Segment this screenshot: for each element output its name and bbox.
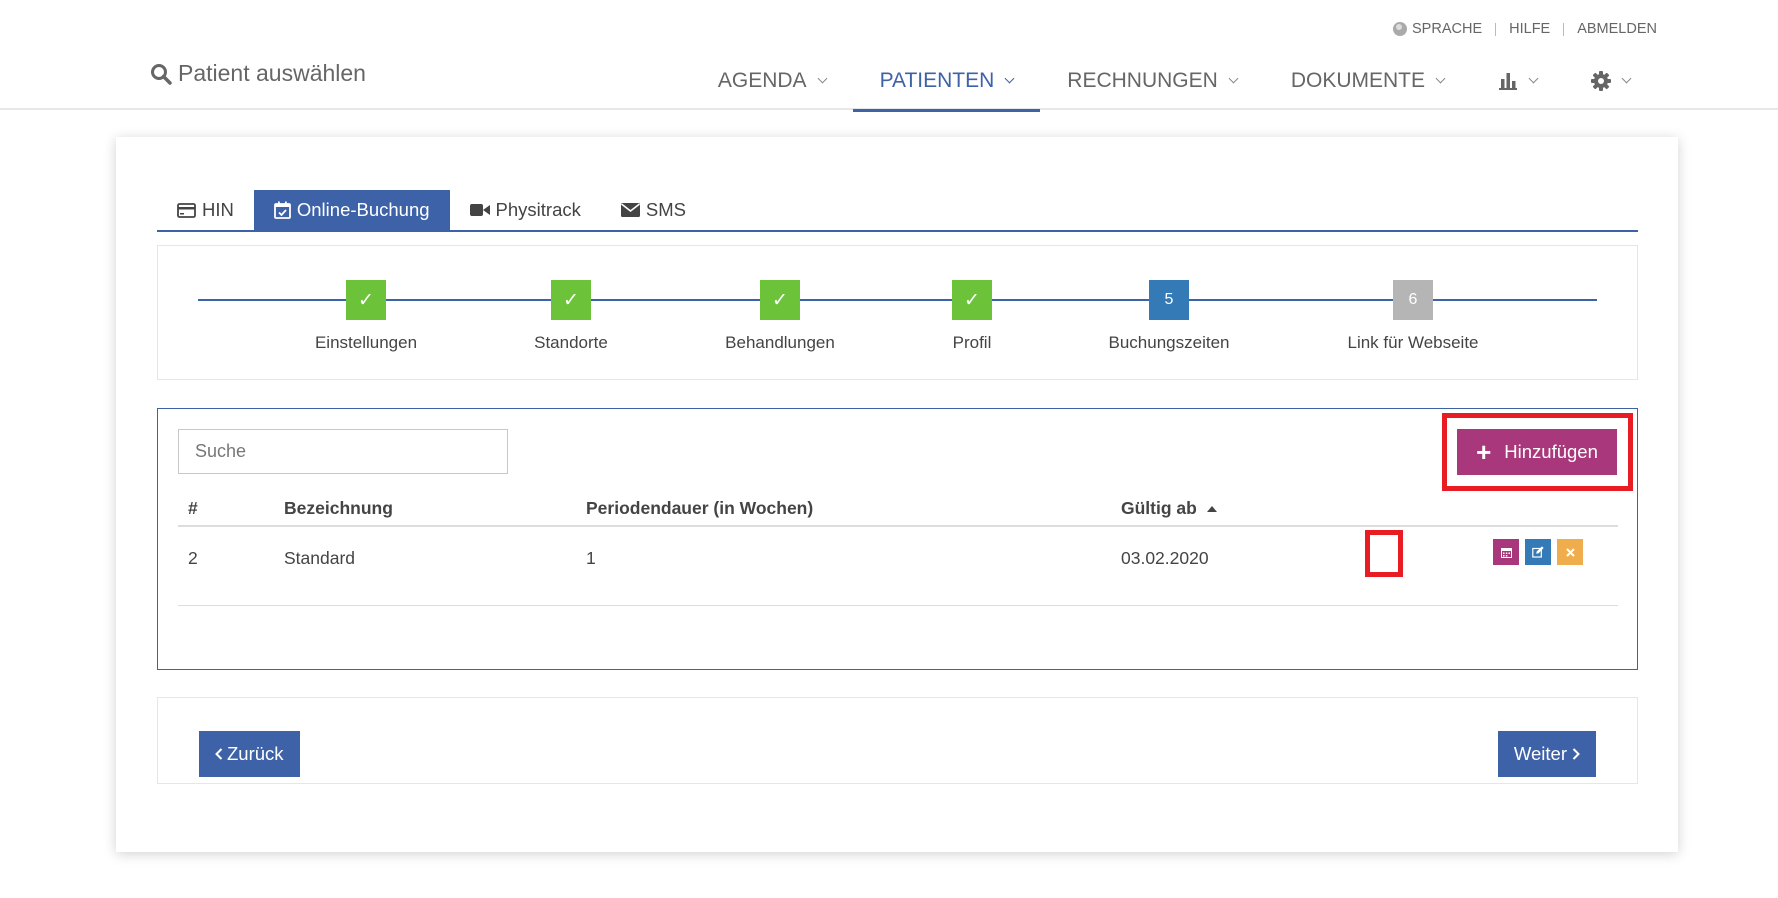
calendar-check-icon: [273, 201, 291, 219]
tab-label: Online-Buchung: [296, 199, 430, 220]
step-link-fuer-webseite[interactable]: 6 Link für Webseite: [1313, 280, 1513, 353]
top-bar: SPRACHE HILFE ABMELDEN Patient auswählen…: [0, 0, 1778, 112]
step-label: Profil: [952, 333, 992, 352]
search-input[interactable]: [178, 429, 508, 474]
add-button-highlight: + Hinzufügen: [1442, 413, 1633, 491]
tab-label: Physitrack: [495, 199, 581, 220]
sort-ascending-icon: [1206, 506, 1217, 512]
wizard-stepper: ✓ Einstellungen ✓ Standorte ✓ Behandlung…: [157, 245, 1638, 380]
chevron-right-icon: [1572, 748, 1580, 760]
row-id: 2: [188, 548, 198, 568]
step-number-marker: 6: [1393, 280, 1433, 320]
step-label: Buchungszeiten: [1108, 333, 1230, 352]
row-period: 1: [586, 548, 596, 568]
column-header-valid-from[interactable]: Gültig ab: [1121, 498, 1217, 519]
table-header: # Bezeichnung Periodendauer (in Wochen) …: [178, 491, 1618, 527]
divider: [1495, 22, 1497, 36]
step-einstellungen[interactable]: ✓ Einstellungen: [266, 280, 466, 353]
calendar-icon: [1500, 547, 1512, 558]
utility-links: SPRACHE HILFE ABMELDEN: [1393, 21, 1657, 37]
language-link[interactable]: SPRACHE: [1412, 21, 1482, 37]
nav-label: PATIENTEN: [879, 69, 995, 92]
close-icon: [1565, 547, 1575, 557]
envelope-icon: [620, 203, 640, 217]
tab-label: HIN: [202, 199, 234, 220]
chevron-down-icon: [1528, 73, 1539, 84]
nav-settings[interactable]: [1564, 52, 1657, 110]
edit-button-highlight: [1365, 530, 1403, 582]
step-buchungszeiten[interactable]: 5 Buchungszeiten: [1069, 280, 1269, 353]
nav-label: RECHNUNGEN: [1067, 69, 1218, 92]
booking-times-panel: + Hinzufügen # Bezeichnung Periodendauer…: [157, 408, 1638, 670]
nav-label: AGENDA: [717, 69, 807, 92]
tab-hin[interactable]: HIN: [157, 190, 254, 230]
row-valid-from: 03.02.2020: [1121, 548, 1209, 568]
globe-icon: [1393, 22, 1408, 36]
chevron-down-icon: [1228, 73, 1239, 84]
wizard-footer: Zurück Weiter: [157, 697, 1638, 784]
column-header-id[interactable]: #: [188, 498, 198, 519]
tab-sms[interactable]: SMS: [601, 190, 706, 230]
column-header-period[interactable]: Periodendauer (in Wochen): [586, 498, 813, 519]
search-icon: [151, 63, 172, 85]
tab-physitrack[interactable]: Physitrack: [450, 190, 601, 230]
chevron-down-icon: [1435, 73, 1446, 84]
nav-agenda[interactable]: AGENDA: [691, 52, 853, 110]
main-card: HIN Online-Buchung Physitrack SMS ✓ Eins…: [116, 137, 1678, 852]
column-header-label: Gültig ab: [1121, 498, 1197, 518]
main-nav: AGENDA PATIENTEN RECHNUNGEN DOKUMENTE: [691, 52, 1657, 112]
chevron-down-icon: [1004, 73, 1015, 84]
step-behandlungen[interactable]: ✓ Behandlungen: [680, 280, 880, 353]
back-button-label: Zurück: [227, 743, 284, 764]
step-complete-marker: ✓: [551, 280, 591, 320]
chevron-down-icon: [1621, 73, 1632, 84]
step-profil[interactable]: ✓ Profil: [872, 280, 1072, 353]
step-complete-marker: ✓: [346, 280, 386, 320]
nav-rechnungen[interactable]: RECHNUNGEN: [1040, 52, 1264, 110]
step-label: Standorte: [534, 333, 608, 352]
patient-search[interactable]: Patient auswählen: [150, 60, 366, 87]
step-label: Behandlungen: [725, 333, 835, 352]
step-standorte[interactable]: ✓ Standorte: [471, 280, 671, 353]
step-number-marker: 5: [1149, 280, 1189, 320]
back-button[interactable]: Zurück: [199, 731, 300, 777]
patient-search-label: Patient auswählen: [178, 60, 366, 86]
edit-icon: [1532, 546, 1544, 558]
calendar-button[interactable]: [1493, 539, 1519, 565]
divider: [1563, 22, 1565, 36]
step-complete-marker: ✓: [952, 280, 992, 320]
logout-link[interactable]: ABMELDEN: [1577, 21, 1657, 37]
nav-label: DOKUMENTE: [1290, 69, 1425, 92]
nav-statistics[interactable]: [1471, 52, 1564, 110]
add-button-label: Hinzufügen: [1504, 441, 1598, 462]
bar-chart-icon: [1499, 73, 1517, 90]
nav-patienten[interactable]: PATIENTEN: [852, 52, 1041, 112]
row-name: Standard: [284, 548, 356, 568]
nav-dokumente[interactable]: DOKUMENTE: [1264, 52, 1471, 110]
tab-bar: HIN Online-Buchung Physitrack SMS: [157, 190, 1638, 232]
tab-label: SMS: [645, 199, 686, 220]
add-button[interactable]: + Hinzufügen: [1457, 429, 1617, 475]
edit-button[interactable]: [1525, 539, 1551, 565]
chevron-down-icon: [817, 73, 828, 84]
gear-icon: [1591, 71, 1611, 91]
step-label: Link für Webseite: [1347, 333, 1479, 352]
step-complete-marker: ✓: [760, 280, 800, 320]
next-button-label: Weiter: [1513, 743, 1567, 764]
credit-card-icon: [177, 202, 196, 218]
plus-icon: +: [1476, 437, 1492, 467]
chevron-left-icon: [215, 748, 223, 760]
tab-online-buchung[interactable]: Online-Buchung: [253, 190, 450, 230]
delete-button[interactable]: [1557, 539, 1583, 565]
help-link[interactable]: HILFE: [1509, 21, 1550, 37]
video-camera-icon: [469, 204, 490, 216]
next-button[interactable]: Weiter: [1497, 731, 1596, 777]
step-label: Einstellungen: [314, 333, 418, 352]
column-header-name[interactable]: Bezeichnung: [284, 498, 393, 519]
row-actions: [1493, 539, 1589, 565]
